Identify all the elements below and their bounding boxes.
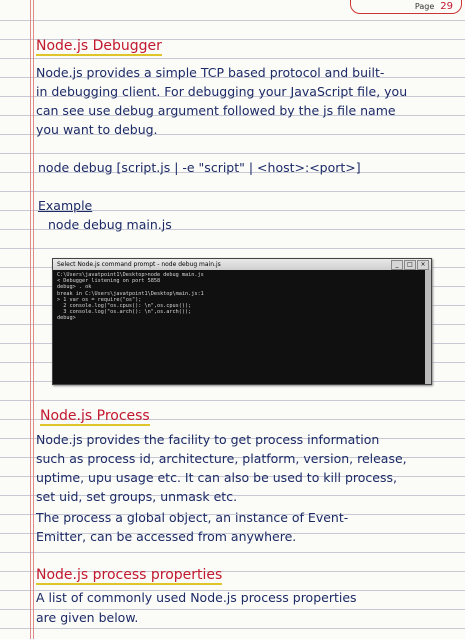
terminal-title: Select Node.js command prompt - node deb… bbox=[57, 261, 221, 268]
debugger-line-2: in debugging client. For debugging your … bbox=[36, 84, 408, 99]
process-line-3: uptime, upu usage etc. It can also be us… bbox=[36, 470, 397, 485]
process-line-1: Node.js provides the facility to get pro… bbox=[36, 432, 380, 447]
process-line-4: set uid, set groups, unmask etc. bbox=[36, 489, 238, 504]
rule-line bbox=[0, 153, 465, 154]
margin-line bbox=[30, 0, 31, 639]
page-number: 29 bbox=[440, 1, 453, 12]
maximize-icon: □ bbox=[404, 260, 416, 270]
rule-line bbox=[0, 191, 465, 192]
rule-line bbox=[0, 20, 465, 21]
margin-line-inner bbox=[33, 0, 34, 639]
terminal-scrollbar bbox=[425, 270, 431, 384]
debugger-line-4: you want to debug. bbox=[36, 122, 158, 137]
syntax-line: node debug [script.js | -e "script" | <h… bbox=[38, 160, 361, 175]
example-command: node debug main.js bbox=[48, 217, 172, 232]
process-line-5: The process a global object, an instance… bbox=[36, 510, 349, 525]
rule-line bbox=[0, 400, 465, 401]
page-label: Page bbox=[414, 2, 435, 11]
close-icon: × bbox=[417, 260, 429, 270]
heading-process-properties: Node.js process properties bbox=[36, 567, 223, 585]
minimize-icon: _ bbox=[391, 260, 403, 270]
terminal-screenshot: Select Node.js command prompt - node deb… bbox=[52, 258, 432, 385]
properties-line-1: A list of commonly used Node.js process … bbox=[36, 590, 357, 605]
rule-line bbox=[0, 552, 465, 553]
terminal-output: C:\Users\javatpoint1\Desktop>node debug … bbox=[53, 270, 431, 324]
properties-line-2: are given below. bbox=[36, 610, 139, 625]
terminal-titlebar: Select Node.js command prompt - node deb… bbox=[53, 259, 431, 270]
heading-debugger: Node.js Debugger bbox=[36, 38, 162, 56]
terminal-line: debug> bbox=[57, 315, 76, 322]
process-line-2: such as process id, architecture, platfo… bbox=[36, 451, 407, 466]
rule-line bbox=[0, 58, 465, 59]
page-number-badge: Page 29 bbox=[350, 0, 462, 14]
heading-process: Node.js Process bbox=[40, 408, 150, 426]
debugger-line-1: Node.js provides a simple TCP based prot… bbox=[36, 65, 385, 80]
process-line-6: Emitter, can be accessed from anywhere. bbox=[36, 529, 297, 544]
rule-line bbox=[0, 628, 465, 629]
example-label: Example bbox=[38, 198, 93, 213]
debugger-line-3: can see use debug argument followed by t… bbox=[36, 103, 396, 118]
rule-line bbox=[0, 248, 465, 249]
